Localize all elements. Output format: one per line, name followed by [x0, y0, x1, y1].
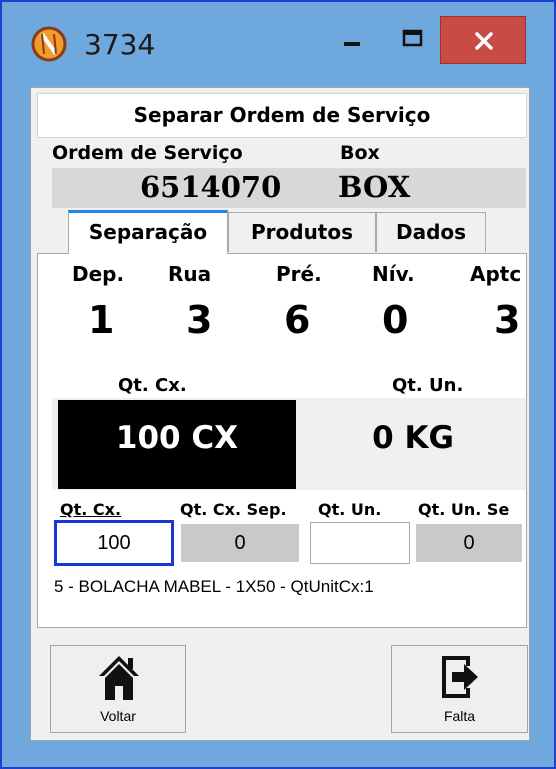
close-icon [475, 32, 493, 50]
rua-header: Rua [168, 262, 212, 286]
product-description: 5 - BOLACHA MABEL - 1X50 - QtUnitCx:1 [54, 577, 374, 596]
niv-header: Nív. [372, 262, 415, 286]
screen-title: Separar Ordem de Serviço [133, 103, 431, 127]
minimize-button[interactable] [322, 16, 382, 66]
minimize-icon [344, 42, 360, 46]
box-value: BOX [338, 170, 411, 204]
qt-un-input[interactable] [310, 522, 410, 564]
niv-value: 0 [382, 298, 409, 342]
aptc-value: 3 [494, 298, 521, 342]
entry-qt-un-header: Qt. Un. [318, 500, 382, 519]
dep-header: Dep. [72, 262, 125, 286]
qt-cx-sep-field: 0 [181, 524, 299, 562]
qt-un-label: Qt. Un. [392, 375, 464, 396]
pre-header: Pré. [276, 262, 322, 286]
qt-un-value: 0 KG [372, 420, 454, 456]
entry-qt-un-sep-header: Qt. Un. Se [418, 500, 510, 519]
exit-icon [442, 656, 478, 698]
rua-value: 3 [186, 298, 213, 342]
app-logo-icon [30, 24, 68, 64]
voltar-label: Voltar [100, 708, 136, 724]
voltar-button[interactable]: Voltar [50, 645, 186, 733]
pre-value: 6 [284, 298, 311, 342]
qt-cx-input[interactable] [54, 520, 174, 566]
entry-qt-cx-header: Qt. Cx. [60, 500, 122, 519]
box-label: Box [340, 142, 380, 164]
ordem-box-strip [52, 168, 526, 208]
tab-separacao[interactable]: Separação [68, 210, 228, 254]
home-icon [99, 656, 139, 700]
window-title: 3734 [84, 28, 156, 61]
dep-value: 1 [88, 298, 115, 342]
entry-qt-cx-sep-header: Qt. Cx. Sep. [180, 500, 287, 519]
maximize-button[interactable] [382, 16, 442, 66]
tab-dados[interactable]: Dados [376, 212, 486, 252]
qt-un-sep-field: 0 [416, 524, 522, 562]
qt-cx-value: 100 CX [115, 420, 239, 456]
tab-produtos[interactable]: Produtos [228, 212, 376, 252]
ordem-value: 6514070 [140, 170, 282, 204]
qt-cx-label: Qt. Cx. [118, 375, 187, 396]
falta-label: Falta [443, 708, 476, 724]
ordem-label: Ordem de Serviço [52, 142, 243, 164]
close-button[interactable] [440, 16, 526, 64]
aptc-header: Aptc [470, 262, 522, 286]
falta-button[interactable]: Falta [391, 645, 528, 733]
